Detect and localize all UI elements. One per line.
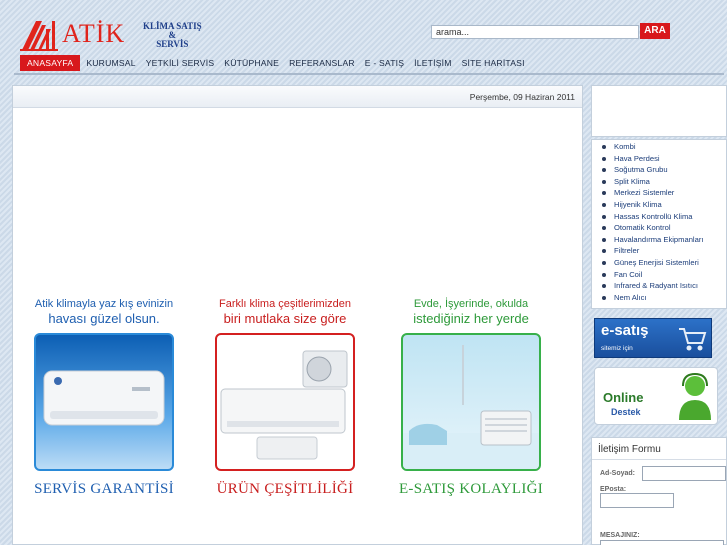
promo-image [401, 333, 541, 471]
category-link[interactable]: Hijyenik Klima [592, 199, 726, 211]
nav-item[interactable]: SİTE HARİTASI [458, 55, 529, 71]
search-input[interactable]: arama... [431, 25, 639, 39]
support-agent-icon [679, 372, 711, 420]
e-sales-banner[interactable]: e-satış sitemiz için [594, 318, 712, 358]
promo-line2: biri mutlaka size göre [223, 311, 347, 326]
category-link[interactable]: Güneş Enerjisi Sistemleri [592, 257, 726, 269]
current-date: Perşembe, 09 Haziran 2011 [469, 92, 575, 102]
sidebar-top-box [591, 85, 727, 137]
promo-image [34, 333, 174, 471]
e-sales-subtitle: sitemiz için [601, 345, 633, 352]
living-room-icon [403, 345, 539, 469]
online-subtitle: Destek [611, 407, 641, 417]
promo-line1: Atik klimayla yaz kış evinizin [34, 298, 174, 310]
contact-form: İletişim Formu Ad-Soyad: EPosta: MESAJIN… [591, 437, 727, 545]
message-field[interactable] [600, 540, 724, 545]
promo-image [215, 333, 355, 471]
message-label: MESAJINIZ: [600, 532, 640, 539]
nav-item[interactable]: E - SATIŞ [361, 55, 408, 71]
name-label: Ad-Soyad: [600, 470, 635, 477]
promo-footer: SERVİS GARANTİSİ [34, 481, 174, 497]
promo-e-sales[interactable]: Evde, İşyerinde, okulda istediğiniz her … [397, 298, 545, 498]
promo-footer: E-SATIŞ KOLAYLIĞI [398, 481, 544, 497]
category-list: Kombi Hava Perdesi Soğutma Grubu Split Klim… [591, 139, 727, 309]
promo-product-variety[interactable]: Farklı klima çeşitlerimizden biri mutlak… [211, 298, 359, 498]
promo-line1: Farklı klima çeşitlerimizden [218, 298, 352, 310]
category-link[interactable]: Nem Alıcı [592, 292, 726, 304]
category-link[interactable]: Hassas Kontrollü Klima [592, 211, 726, 223]
promo-service-guarantee[interactable]: Atik klimayla yaz kış evinizin havası gü… [30, 298, 178, 498]
nav-item[interactable]: İLETİŞİM [410, 55, 455, 71]
category-link[interactable]: Kombi [592, 141, 726, 153]
e-sales-title: e-satış [601, 322, 649, 339]
promo-footer: ÜRÜN ÇEŞİTLİLİĞİ [216, 481, 354, 497]
category-link[interactable]: Split Klima [592, 176, 726, 188]
nav-divider [14, 73, 724, 75]
email-field[interactable] [600, 493, 674, 508]
logo-name: ATİK [62, 19, 126, 48]
category-link[interactable]: Havalandırma Ekipmanları [592, 234, 726, 246]
category-link[interactable]: Fan Coil [592, 269, 726, 281]
nav-item[interactable]: KÜTÜPHANE [220, 55, 283, 71]
logo-subtitle: KLİMA SATIŞ & SERVİS [143, 21, 202, 49]
email-label: EPosta: [600, 486, 627, 493]
nav-item[interactable]: REFERANSLAR [285, 55, 359, 71]
logo-mark-icon [20, 19, 60, 51]
promo-line2: istediğiniz her yerde [413, 311, 529, 326]
online-support-banner[interactable]: Online Destek [594, 367, 718, 425]
main-content-panel: Perşembe, 09 Haziran 2011 Atik klimayla … [12, 85, 583, 545]
category-link[interactable]: Infrared & Radyant Isıtıcı [592, 280, 726, 292]
category-link[interactable]: Otomatik Kontrol [592, 222, 726, 234]
site-logo[interactable]: ATİK [20, 19, 125, 51]
promo-line2: havası güzel olsun. [48, 311, 160, 326]
main-nav: ANASAYFA KURUMSAL YETKİLİ SERVİS KÜTÜPHANE R… [20, 54, 531, 72]
nav-item[interactable]: KURUMSAL [82, 55, 139, 71]
shopping-cart-icon [679, 328, 707, 351]
online-title: Online [603, 390, 644, 405]
search-button[interactable]: ARA [640, 23, 670, 39]
category-link[interactable]: Soğutma Grubu [592, 164, 726, 176]
category-link[interactable]: Hava Perdesi [592, 153, 726, 165]
name-field[interactable] [642, 466, 726, 481]
category-link[interactable]: Filtreler [592, 245, 726, 257]
contact-form-title: İletişim Formu [592, 438, 726, 460]
nav-item[interactable]: YETKİLİ SERVİS [142, 55, 219, 71]
promo-line1: Evde, İşyerinde, okulda [413, 298, 529, 310]
category-link[interactable]: Merkezi Sistemler [592, 187, 726, 199]
air-conditioner-icon [43, 370, 165, 426]
air-conditioner-units-icon [220, 350, 348, 460]
nav-item[interactable]: ANASAYFA [20, 55, 81, 71]
